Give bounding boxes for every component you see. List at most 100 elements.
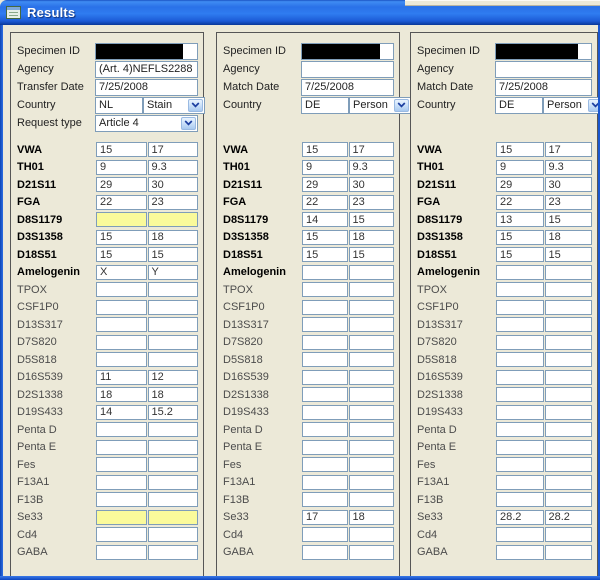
specimen-type-dropdown[interactable]: Stain <box>143 97 205 114</box>
allele-1-field[interactable] <box>496 545 544 560</box>
allele-2-field[interactable]: 17 <box>148 142 199 157</box>
allele-1-field[interactable]: 22 <box>496 195 544 210</box>
allele-1-field[interactable] <box>96 282 147 297</box>
allele-2-field[interactable]: 18 <box>349 230 395 245</box>
allele-2-field[interactable] <box>349 422 395 437</box>
allele-2-field[interactable] <box>349 317 395 332</box>
allele-1-field[interactable] <box>302 475 348 490</box>
allele-1-field[interactable]: 29 <box>96 177 147 192</box>
allele-1-field[interactable] <box>496 527 544 542</box>
allele-1-field[interactable]: 9 <box>302 160 348 175</box>
allele-1-field[interactable] <box>302 317 348 332</box>
allele-2-field[interactable] <box>545 440 593 455</box>
allele-1-field[interactable]: 14 <box>96 405 147 420</box>
allele-1-field[interactable] <box>302 440 348 455</box>
specimen-id-field[interactable] <box>495 43 592 60</box>
allele-1-field[interactable] <box>302 545 348 560</box>
allele-1-field[interactable] <box>302 492 348 507</box>
allele-1-field[interactable] <box>496 387 544 402</box>
allele-2-field[interactable]: 28.2 <box>545 510 593 525</box>
allele-1-field[interactable] <box>496 475 544 490</box>
text-field[interactable]: 7/25/2008 <box>301 79 394 96</box>
allele-2-field[interactable]: 9.3 <box>349 160 395 175</box>
allele-2-field[interactable] <box>545 545 593 560</box>
allele-1-field[interactable]: 15 <box>302 142 348 157</box>
allele-1-field[interactable] <box>96 475 147 490</box>
allele-1-field[interactable] <box>96 492 147 507</box>
country-code-field[interactable]: DE <box>301 97 349 114</box>
allele-1-field[interactable] <box>302 300 348 315</box>
allele-2-field[interactable] <box>545 527 593 542</box>
allele-2-field[interactable]: 12 <box>148 370 199 385</box>
allele-1-field[interactable] <box>496 265 544 280</box>
allele-2-field[interactable] <box>148 335 199 350</box>
allele-2-field[interactable]: 18 <box>545 230 593 245</box>
allele-1-field[interactable]: 17 <box>302 510 348 525</box>
allele-1-field[interactable] <box>96 440 147 455</box>
allele-2-field[interactable] <box>545 317 593 332</box>
allele-1-field[interactable] <box>302 335 348 350</box>
specimen-type-dropdown[interactable]: Person <box>543 97 600 114</box>
country-code-field[interactable]: NL <box>95 97 143 114</box>
allele-2-field[interactable] <box>349 492 395 507</box>
allele-2-field[interactable]: 23 <box>148 195 199 210</box>
allele-1-field[interactable] <box>302 352 348 367</box>
allele-2-field[interactable] <box>148 475 199 490</box>
allele-1-field[interactable] <box>496 300 544 315</box>
dropdown-button[interactable] <box>188 99 203 112</box>
allele-1-field[interactable]: 29 <box>302 177 348 192</box>
allele-2-field[interactable] <box>349 282 395 297</box>
allele-1-field[interactable] <box>96 300 147 315</box>
allele-1-field[interactable] <box>302 387 348 402</box>
allele-2-field[interactable]: 9.3 <box>545 160 593 175</box>
allele-2-field[interactable] <box>545 457 593 472</box>
allele-1-field[interactable]: 15 <box>496 142 544 157</box>
allele-2-field[interactable]: 18 <box>148 387 199 402</box>
allele-2-field[interactable] <box>148 317 199 332</box>
allele-2-field[interactable] <box>349 440 395 455</box>
specimen-id-field[interactable] <box>301 43 394 60</box>
allele-1-field[interactable]: 18 <box>96 387 147 402</box>
allele-2-field[interactable]: 15 <box>349 212 395 227</box>
allele-1-field[interactable]: 11 <box>96 370 147 385</box>
allele-1-field[interactable]: 22 <box>96 195 147 210</box>
allele-2-field[interactable]: 17 <box>349 142 395 157</box>
allele-1-field[interactable]: 15 <box>496 247 544 262</box>
allele-2-field[interactable] <box>148 440 199 455</box>
text-field[interactable]: 7/25/2008 <box>95 79 198 96</box>
allele-2-field[interactable]: 30 <box>545 177 593 192</box>
text-field[interactable]: 7/25/2008 <box>495 79 592 96</box>
specimen-type-dropdown[interactable]: Person <box>349 97 411 114</box>
allele-2-field[interactable] <box>148 282 199 297</box>
allele-1-field[interactable] <box>496 457 544 472</box>
allele-2-field[interactable] <box>148 300 199 315</box>
allele-2-field[interactable]: 30 <box>349 177 395 192</box>
allele-1-field[interactable]: 15 <box>302 230 348 245</box>
allele-1-field[interactable] <box>96 510 147 525</box>
dropdown-button[interactable] <box>394 99 409 112</box>
allele-1-field[interactable] <box>496 282 544 297</box>
allele-1-field[interactable] <box>302 527 348 542</box>
allele-2-field[interactable] <box>545 352 593 367</box>
allele-1-field[interactable] <box>96 352 147 367</box>
allele-2-field[interactable] <box>148 492 199 507</box>
allele-2-field[interactable] <box>349 405 395 420</box>
allele-2-field[interactable]: 30 <box>148 177 199 192</box>
allele-1-field[interactable] <box>302 282 348 297</box>
allele-1-field[interactable] <box>96 527 147 542</box>
allele-2-field[interactable] <box>349 352 395 367</box>
allele-1-field[interactable]: 29 <box>496 177 544 192</box>
allele-2-field[interactable] <box>148 422 199 437</box>
allele-2-field[interactable] <box>148 212 199 227</box>
allele-2-field[interactable] <box>349 527 395 542</box>
allele-2-field[interactable] <box>349 387 395 402</box>
allele-2-field[interactable] <box>545 300 593 315</box>
allele-1-field[interactable]: 14 <box>302 212 348 227</box>
allele-2-field[interactable] <box>148 457 199 472</box>
allele-1-field[interactable]: 22 <box>302 195 348 210</box>
allele-2-field[interactable]: 15.2 <box>148 405 199 420</box>
allele-2-field[interactable] <box>148 545 199 560</box>
allele-1-field[interactable] <box>496 440 544 455</box>
allele-1-field[interactable]: 15 <box>96 230 147 245</box>
allele-1-field[interactable]: 15 <box>496 230 544 245</box>
